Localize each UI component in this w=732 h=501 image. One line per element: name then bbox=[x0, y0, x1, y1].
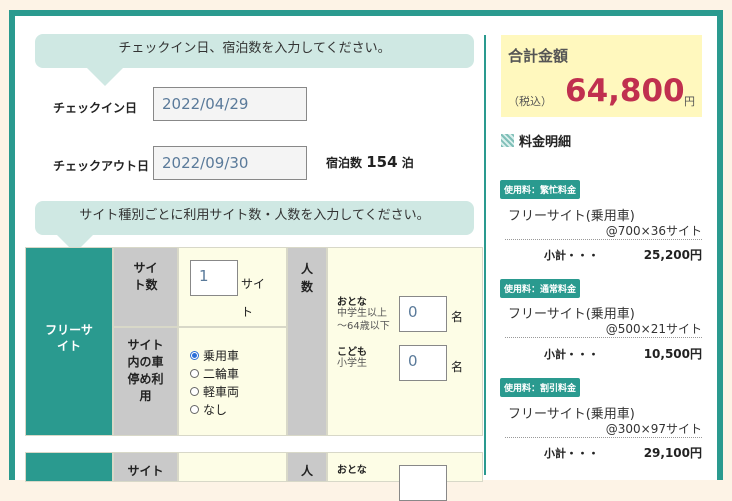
nights-value: 154 bbox=[366, 153, 398, 171]
site-count-label-2: サイト bbox=[127, 464, 164, 478]
total-yen: 円 bbox=[684, 95, 695, 108]
subtotal-label: 小計・・・ bbox=[544, 447, 599, 460]
nights-unit: 泊 bbox=[401, 156, 414, 170]
parking-option-label: なし bbox=[203, 403, 228, 417]
breakdown-tag: 使用料：通常料金 bbox=[500, 279, 581, 298]
adult-unit: 名 bbox=[451, 310, 464, 324]
parking-option-car[interactable]: 乗用車 bbox=[190, 347, 239, 364]
subtotal-label: 小計・・・ bbox=[544, 348, 599, 361]
site-count-cell-2 bbox=[178, 452, 287, 482]
radio-icon[interactable] bbox=[190, 351, 199, 360]
adult-count-input-2[interactable] bbox=[399, 465, 447, 501]
adult-count-input[interactable]: 0 bbox=[399, 296, 447, 332]
checkout-label: チェックアウト日 bbox=[53, 159, 150, 173]
parking-option-none[interactable]: なし bbox=[190, 401, 227, 418]
breakdown-calc: @500×21サイト bbox=[605, 322, 702, 336]
site-count-input[interactable]: 1 bbox=[190, 260, 238, 296]
people-header-2: 人 bbox=[287, 452, 327, 482]
site-count-cell: 1 サイト bbox=[178, 247, 287, 327]
parking-option-label: 軽車両 bbox=[203, 385, 240, 399]
site-count-header-2: サイト bbox=[113, 452, 178, 482]
parking-option-label: 乗用車 bbox=[203, 349, 240, 363]
breakdown-title: 料金明細 bbox=[519, 135, 572, 150]
radio-icon[interactable] bbox=[190, 387, 199, 396]
child-count-input[interactable]: 0 bbox=[399, 345, 447, 381]
nights-label: 宿泊数 bbox=[326, 156, 363, 170]
breakdown-tag: 使用料：繁忙料金 bbox=[500, 180, 581, 199]
nights-display: 宿泊数 154 泊 bbox=[326, 153, 414, 171]
dotted-divider bbox=[505, 337, 702, 338]
column-divider bbox=[484, 35, 486, 475]
site-type-name: フリーサイト bbox=[45, 323, 93, 353]
site-count-unit: サイト bbox=[241, 277, 266, 319]
child-sub: 小学生 bbox=[337, 358, 367, 369]
dotted-divider bbox=[505, 239, 702, 240]
total-box: 合計金額 （税込） 64,800 円 bbox=[501, 35, 702, 117]
site-count-header: サイト数 bbox=[113, 247, 178, 327]
checkin-label: チェックイン日 bbox=[53, 101, 138, 115]
adult-sub: 中学生以上 〜64歳以下 bbox=[337, 308, 390, 332]
breakdown-heading: 料金明細 bbox=[501, 131, 571, 150]
checkin-instruction-text: チェックイン日、宿泊数を入力してください。 bbox=[118, 41, 391, 56]
checkin-date-input[interactable]: 2022/04/29 bbox=[153, 87, 307, 121]
subtotal-label: 小計・・・ bbox=[544, 249, 599, 262]
radio-icon[interactable] bbox=[190, 369, 199, 378]
people-label: 人数 bbox=[300, 262, 313, 294]
parking-label: サイト内の車停め利用 bbox=[127, 338, 164, 403]
people-header: 人数 bbox=[287, 247, 327, 436]
site-type-cell: フリーサイト bbox=[25, 247, 113, 436]
subtotal-value: 29,100円 bbox=[643, 446, 702, 460]
parking-option-light-vehicle[interactable]: 軽車両 bbox=[190, 383, 239, 400]
site-instruction-text: サイト種別ごとに利用サイト数・人数を入力してください。 bbox=[79, 208, 430, 223]
parking-option-bike[interactable]: 二輪車 bbox=[190, 365, 239, 382]
people-cell-2: おとな bbox=[327, 452, 483, 501]
site-count-label: サイト数 bbox=[133, 261, 158, 292]
subtotal-value: 25,200円 bbox=[643, 248, 702, 262]
parking-header: サイト内の車停め利用 bbox=[113, 327, 178, 436]
child-unit: 名 bbox=[451, 360, 464, 374]
tax-label: （税込） bbox=[508, 95, 552, 108]
site-instruction: サイト種別ごとに利用サイト数・人数を入力してください。 bbox=[35, 201, 474, 253]
square-icon bbox=[501, 134, 514, 147]
adult-label: おとな bbox=[337, 297, 367, 308]
total-amount: 64,800 bbox=[565, 73, 685, 109]
total-title: 合計金額 bbox=[508, 47, 569, 65]
people-cell: おとな 中学生以上 〜64歳以下 0 名 こども 小学生 0 名 bbox=[327, 247, 483, 436]
site-type-cell-2 bbox=[25, 452, 113, 482]
breakdown-calc: @300×97サイト bbox=[605, 422, 702, 436]
checkout-date-input[interactable]: 2022/09/30 bbox=[153, 146, 307, 180]
bubble-tail bbox=[87, 68, 123, 86]
breakdown-tag: 使用料：割引料金 bbox=[500, 378, 581, 397]
dotted-divider bbox=[505, 437, 702, 438]
radio-icon[interactable] bbox=[190, 405, 199, 414]
checkin-instruction: チェックイン日、宿泊数を入力してください。 bbox=[35, 34, 474, 86]
adult-label-2: おとな bbox=[337, 465, 367, 476]
parking-option-label: 二輪車 bbox=[203, 367, 240, 381]
breakdown-calc: @700×36サイト bbox=[605, 224, 702, 238]
subtotal-value: 10,500円 bbox=[643, 347, 702, 361]
people-label-2: 人 bbox=[300, 464, 313, 478]
child-label: こども bbox=[337, 347, 367, 358]
